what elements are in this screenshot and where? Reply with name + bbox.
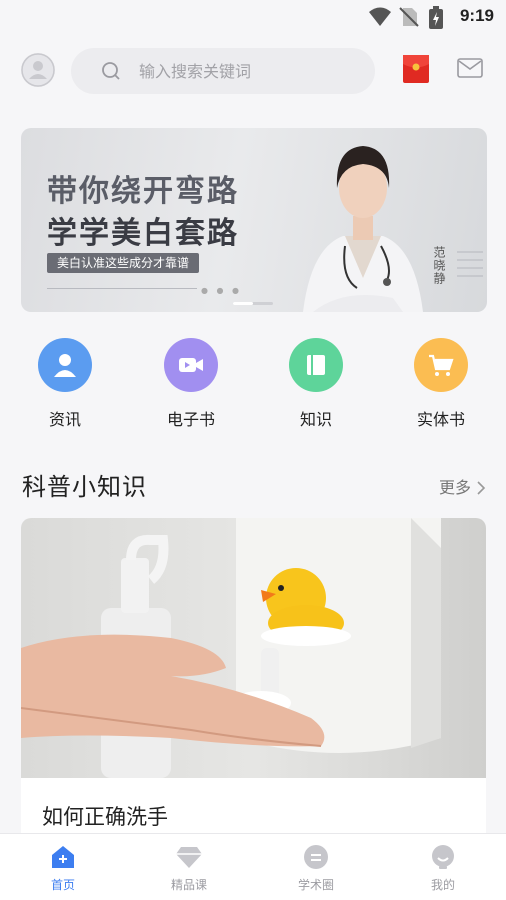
chevron-right-icon: [477, 481, 486, 495]
tab-label: 精品课: [170, 878, 207, 892]
tab-label: 首页: [50, 878, 75, 892]
cart-icon: [414, 338, 468, 392]
mail-icon[interactable]: [457, 58, 483, 78]
tab-premium-courses[interactable]: 精品课: [139, 844, 239, 893]
banner-headline-2: 学学美白套路: [47, 216, 239, 251]
banner-doctor-name: 范晓静: [432, 246, 446, 285]
tab-label: 我的: [430, 878, 455, 892]
tab-label: 学术圈: [297, 878, 334, 892]
wifi-icon: [369, 7, 391, 26]
category-label: 资讯: [48, 410, 81, 429]
banner-divider: [47, 288, 197, 289]
carousel-indicator[interactable]: [233, 302, 273, 305]
header: [0, 44, 506, 100]
tab-home[interactable]: 首页: [13, 844, 113, 893]
section-title: 科普小知识: [22, 473, 147, 501]
promo-banner[interactable]: 带你绕开弯路 学学美白套路 美白认准这些成分才靠谱 ● ● ● 范晓静: [21, 128, 487, 312]
article-image: [21, 518, 486, 778]
banner-tag: 美白认准这些成分才靠谱: [47, 253, 200, 273]
red-packet-icon[interactable]: [403, 55, 429, 83]
chat-icon: [304, 845, 328, 869]
video-camera-icon: [164, 338, 218, 392]
bottom-tab-bar: 首页 精品课 学术圈 我的: [0, 833, 506, 900]
category-grid: 资讯 电子书 知识 实体书: [0, 338, 506, 438]
status-bar: 9:19: [0, 0, 506, 36]
category-label: 知识: [299, 410, 332, 429]
category-label: 实体书: [416, 410, 465, 429]
book-icon: [289, 338, 343, 392]
banner-stripes: [457, 251, 483, 277]
search-icon: [102, 62, 120, 80]
diamond-icon: [176, 847, 202, 868]
battery-charging-icon: [429, 6, 443, 29]
category-label: 电子书: [166, 410, 215, 429]
category-news[interactable]: 资讯: [10, 338, 120, 430]
home-icon: [52, 846, 74, 868]
status-time: 9:19: [459, 6, 494, 25]
banner-headline-1: 带你绕开弯路: [47, 174, 239, 209]
search-bar[interactable]: [71, 48, 375, 94]
category-ebook[interactable]: 电子书: [136, 338, 246, 430]
article-card[interactable]: 如何正确洗手: [21, 518, 486, 848]
carousel-indicator-active: [233, 302, 253, 305]
search-input[interactable]: [139, 48, 359, 94]
more-link[interactable]: 更多: [439, 474, 486, 498]
more-label: 更多: [438, 478, 471, 497]
profile-icon: [432, 845, 454, 869]
avatar[interactable]: [21, 53, 55, 87]
tab-profile[interactable]: 我的: [393, 844, 493, 893]
article-title: 如何正确洗手: [42, 805, 168, 829]
category-print-book[interactable]: 实体书: [386, 338, 496, 430]
avatar-icon: [21, 53, 55, 87]
tab-academic-circle[interactable]: 学术圈: [266, 844, 366, 893]
doctor-illustration: [303, 146, 423, 312]
news-person-icon: [38, 338, 92, 392]
category-knowledge[interactable]: 知识: [261, 338, 371, 430]
banner-dots: ● ● ●: [201, 286, 243, 295]
no-sim-icon: [399, 7, 419, 27]
